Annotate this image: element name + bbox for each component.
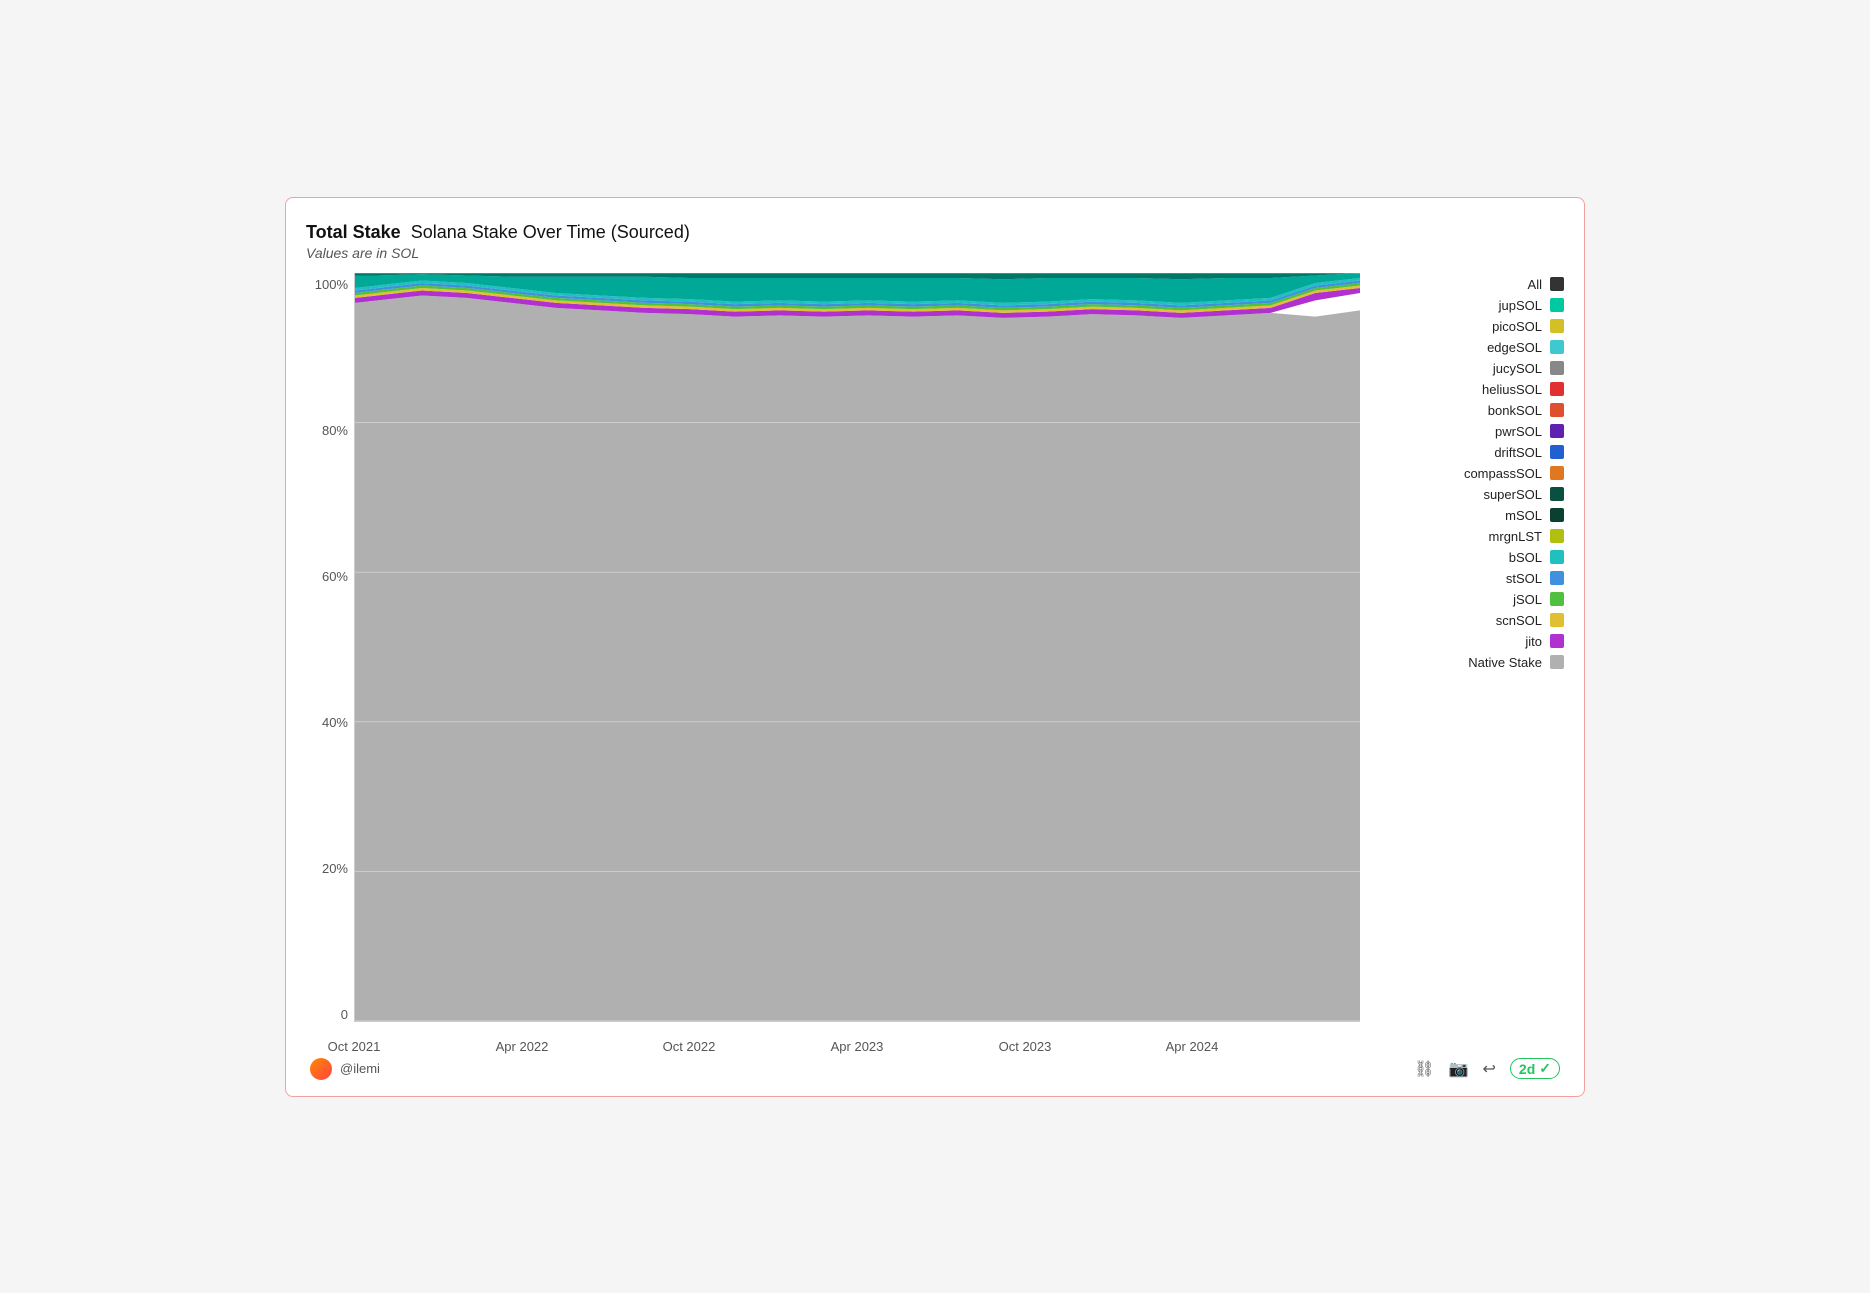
y-axis-label: 20% (322, 861, 354, 876)
legend-color (1550, 319, 1564, 333)
legend-item: jito (1384, 634, 1564, 649)
legend-item: All (1384, 277, 1564, 292)
camera-icon[interactable]: 📷 (1449, 1059, 1469, 1079)
chart-subtitle: Values are in SOL (306, 245, 1564, 261)
y-axis-label: 80% (322, 423, 354, 438)
footer: @ilemi ⛓ 📷 ↩ 2d ✓ (306, 1058, 1564, 1080)
y-axis: 100% 80% 60% 40% 20% 0 (306, 273, 354, 1054)
x-axis-label: Oct 2021 (328, 1039, 381, 1054)
x-axis-label: Oct 2023 (999, 1039, 1052, 1054)
y-axis-label: 60% (322, 569, 354, 584)
legend-color (1550, 529, 1564, 543)
y-axis-label: 40% (322, 715, 354, 730)
legend-item: driftSOL (1384, 445, 1564, 460)
legend-label: heliusSOL (1482, 382, 1542, 397)
x-axis-label: Apr 2024 (1166, 1039, 1219, 1054)
legend-item: edgeSOL (1384, 340, 1564, 355)
legend-color (1550, 634, 1564, 648)
legend-label: All (1528, 277, 1542, 292)
legend-label: bSOL (1509, 550, 1542, 565)
legend-item: bSOL (1384, 550, 1564, 565)
legend-item: stSOL (1384, 571, 1564, 586)
stacked-chart (354, 273, 1360, 1022)
legend-color (1550, 277, 1564, 291)
x-axis: Oct 2021Apr 2022Oct 2022Apr 2023Oct 2023… (354, 1022, 1360, 1054)
legend-color (1550, 592, 1564, 606)
legend-color (1550, 550, 1564, 564)
time-badge[interactable]: 2d ✓ (1510, 1058, 1560, 1079)
x-axis-label: Apr 2022 (496, 1039, 549, 1054)
legend-label: picoSOL (1492, 319, 1542, 334)
legend-color (1550, 487, 1564, 501)
legend-item: jSOL (1384, 592, 1564, 607)
chart-title-bold: Total Stake (306, 222, 401, 243)
legend-color (1550, 403, 1564, 417)
legend-label: driftSOL (1494, 445, 1542, 460)
legend: All jupSOL picoSOL edgeSOL jucySOL heliusSOL b… (1384, 273, 1564, 1054)
x-axis-label: Oct 2022 (663, 1039, 716, 1054)
legend-label: scnSOL (1496, 613, 1542, 628)
legend-label: compassSOL (1464, 466, 1542, 481)
footer-right: ⛓ 📷 ↩ 2d ✓ (1414, 1058, 1560, 1079)
legend-label: jupSOL (1499, 298, 1542, 313)
legend-label: mrgnLST (1489, 529, 1542, 544)
legend-item: pwrSOL (1384, 424, 1564, 439)
legend-item: mSOL (1384, 508, 1564, 523)
legend-item: bonkSOL (1384, 403, 1564, 418)
legend-item: scnSOL (1384, 613, 1564, 628)
legend-item: mrgnLST (1384, 529, 1564, 544)
legend-item: Native Stake (1384, 655, 1564, 670)
legend-item: heliusSOL (1384, 382, 1564, 397)
undo-icon[interactable]: ↩ (1483, 1059, 1496, 1079)
chart-container: Total Stake Solana Stake Over Time (Sour… (285, 197, 1585, 1097)
legend-color (1550, 466, 1564, 480)
legend-label: jucySOL (1493, 361, 1542, 376)
legend-label: jSOL (1513, 592, 1542, 607)
legend-color (1550, 445, 1564, 459)
legend-label: Native Stake (1468, 655, 1542, 670)
legend-label: stSOL (1506, 571, 1542, 586)
legend-color (1550, 382, 1564, 396)
legend-item: compassSOL (1384, 466, 1564, 481)
legend-label: edgeSOL (1487, 340, 1542, 355)
link-icon[interactable]: ⛓ (1414, 1059, 1434, 1079)
legend-label: superSOL (1483, 487, 1542, 502)
legend-color (1550, 424, 1564, 438)
legend-item: jucySOL (1384, 361, 1564, 376)
legend-label: jito (1525, 634, 1542, 649)
y-axis-label: 100% (315, 277, 354, 292)
legend-color (1550, 340, 1564, 354)
legend-color (1550, 361, 1564, 375)
legend-color (1550, 571, 1564, 585)
legend-color (1550, 613, 1564, 627)
legend-label: bonkSOL (1488, 403, 1542, 418)
legend-item: jupSOL (1384, 298, 1564, 313)
username: @ilemi (340, 1061, 380, 1076)
legend-color (1550, 508, 1564, 522)
check-icon: ✓ (1539, 1060, 1551, 1077)
legend-color (1550, 298, 1564, 312)
legend-label: pwrSOL (1495, 424, 1542, 439)
legend-item: superSOL (1384, 487, 1564, 502)
avatar (310, 1058, 332, 1080)
legend-color (1550, 655, 1564, 669)
y-axis-label: 0 (341, 1007, 354, 1022)
chart-title-normal: Solana Stake Over Time (Sourced) (411, 222, 690, 243)
legend-label: mSOL (1505, 508, 1542, 523)
legend-item: picoSOL (1384, 319, 1564, 334)
x-axis-label: Apr 2023 (831, 1039, 884, 1054)
footer-left: @ilemi (310, 1058, 380, 1080)
